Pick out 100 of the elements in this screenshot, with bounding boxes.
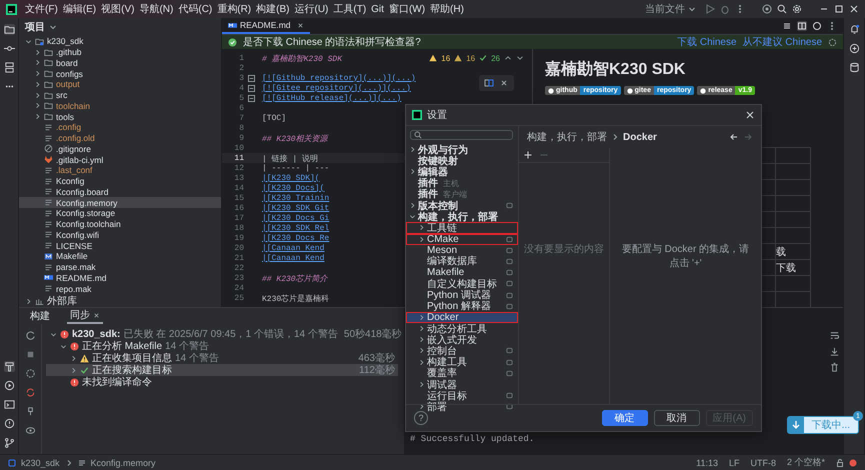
panel-tab[interactable]: 同步: [67, 308, 103, 324]
file-row[interactable]: tools: [19, 111, 221, 122]
chevron-icon[interactable]: [34, 59, 41, 66]
tree-item[interactable]: 外部库: [47, 294, 77, 308]
close-icon[interactable]: [93, 312, 100, 318]
notification-link[interactable]: 下载 Chinese: [677, 35, 737, 49]
file-row[interactable]: .config: [19, 122, 221, 133]
settings-nav-item[interactable]: 工具链: [406, 222, 518, 234]
search-icon[interactable]: [777, 4, 787, 14]
bell-icon[interactable]: [848, 24, 860, 35]
git-branch-icon[interactable]: [4, 437, 14, 448]
tree-item[interactable]: k230_sdk: [47, 36, 84, 46]
menu-item[interactable]: 代码(C): [178, 2, 212, 16]
sync-icon[interactable]: [24, 387, 36, 398]
chevron-icon[interactable]: [60, 342, 67, 350]
notification-link[interactable]: 从不建议 Chinese: [742, 35, 822, 49]
database-icon[interactable]: [848, 62, 860, 73]
help-button[interactable]: ?: [414, 411, 428, 425]
chevron-icon[interactable]: [409, 168, 416, 176]
fold-icon[interactable]: [248, 94, 254, 102]
build-tree-row[interactable]: 正在搜索构建目标 112毫秒: [46, 364, 398, 376]
settings-nav-item[interactable]: 编译数据库: [406, 256, 518, 268]
menu-icon[interactable]: [782, 21, 792, 31]
status-item[interactable]: LF: [728, 458, 740, 468]
file-row[interactable]: parse.mak: [19, 262, 221, 272]
file-row[interactable]: .last_conf: [19, 165, 221, 176]
settings-nav-item[interactable]: 构建，执行，部署: [406, 211, 518, 222]
status-item[interactable]: 2 个空格*: [786, 456, 825, 469]
settings-nav-item[interactable]: 控制台: [406, 345, 518, 357]
folder-icon[interactable]: [4, 24, 14, 35]
chevron-icon[interactable]: [70, 354, 77, 362]
chevron-icon[interactable]: [409, 213, 416, 220]
inspection-widget[interactable]: 16 16 26: [429, 54, 524, 63]
menu-item[interactable]: 帮助(H): [430, 2, 464, 16]
refresh-icon[interactable]: [24, 330, 36, 341]
chevron-icon[interactable]: [418, 236, 425, 243]
problems-icon[interactable]: [4, 418, 14, 429]
settings-nav-item[interactable]: Docker: [406, 312, 518, 323]
settings-nav-item[interactable]: 插件 主机: [406, 178, 518, 189]
chevron-icon[interactable]: [418, 224, 425, 232]
settings-nav-item[interactable]: 自定义构建目标: [406, 278, 518, 290]
settings-nav-item[interactable]: Meson: [406, 244, 518, 256]
file-row[interactable]: Kconfig.toolchain: [19, 218, 221, 230]
file-row[interactable]: Kconfig.storage: [19, 208, 221, 219]
file-row[interactable]: Kconfig.wifi: [19, 230, 221, 240]
build-tree-row[interactable]: 未找到编译命令: [46, 376, 398, 388]
settings-nav-item[interactable]: 动态分析工具: [406, 323, 518, 334]
chevron-icon[interactable]: [409, 202, 416, 210]
menu-item[interactable]: 视图(V): [101, 2, 134, 16]
menu-item[interactable]: 文件(F): [25, 2, 58, 16]
file-row[interactable]: src: [19, 90, 221, 100]
status-item[interactable]: 11:13: [696, 458, 718, 468]
chevron-icon[interactable]: [34, 113, 41, 120]
chevron-icon[interactable]: [418, 325, 425, 332]
close-icon[interactable]: [745, 110, 755, 120]
dialog-button[interactable]: 取消: [654, 410, 700, 426]
chevron-icon[interactable]: [70, 366, 77, 374]
chevron-icon[interactable]: [34, 92, 41, 99]
file-row[interactable]: repo.mak: [19, 283, 221, 294]
settings-nav-item[interactable]: 按键映射: [406, 155, 518, 166]
settings-icon[interactable]: [828, 38, 837, 46]
settings-nav-item[interactable]: Python 调试器: [406, 289, 518, 301]
menu-item[interactable]: 工具(T): [333, 2, 366, 16]
scroll-end-icon[interactable]: [828, 346, 840, 357]
chevron-icon[interactable]: [418, 347, 425, 354]
structure-icon[interactable]: [4, 62, 14, 73]
chevron-icon[interactable]: [34, 102, 41, 110]
error-indicator-icon[interactable]: [849, 458, 857, 466]
file-row[interactable]: board: [19, 58, 221, 68]
file-row[interactable]: Kconfig: [19, 176, 221, 186]
chevron-icon[interactable]: [418, 403, 425, 410]
chevron-icon[interactable]: [34, 80, 41, 88]
close-icon[interactable]: [499, 78, 509, 88]
search-field[interactable]: [410, 130, 513, 140]
settings-nav-item[interactable]: Makefile: [406, 267, 518, 278]
menu-item[interactable]: Git: [371, 4, 384, 14]
settings-nav-item[interactable]: 嵌入式开发: [406, 334, 518, 346]
wrap-icon[interactable]: [828, 330, 840, 341]
settings-nav-item[interactable]: 编辑器: [406, 166, 518, 178]
settings-nav-item[interactable]: 版本控制: [406, 200, 518, 212]
menu-item[interactable]: 重构(R): [217, 2, 252, 16]
chevron-icon[interactable]: [34, 70, 41, 78]
breadcrumb-item[interactable]: Docker: [623, 132, 657, 142]
settings-nav-item[interactable]: 覆盖率: [406, 368, 518, 379]
settings-icon[interactable]: [792, 4, 802, 14]
maximize-icon[interactable]: [834, 4, 844, 14]
split-view-icon[interactable]: [797, 21, 807, 31]
chevron-icon[interactable]: [50, 330, 57, 338]
menu-item[interactable]: 窗口(W): [388, 2, 426, 16]
hammer-icon[interactable]: [4, 361, 14, 372]
chevron-icon[interactable]: [25, 298, 32, 305]
menu-item[interactable]: 运行(U): [294, 2, 328, 16]
settings-nav-item[interactable]: 外观与行为: [406, 144, 518, 156]
file-row[interactable]: README.md: [19, 272, 221, 284]
file-row[interactable]: .gitignore: [19, 144, 221, 154]
breadcrumb-item[interactable]: 构建，执行，部署: [527, 130, 607, 144]
file-row[interactable]: .gitlab-ci.yml: [19, 154, 221, 165]
settings-nav-item[interactable]: 运行目标: [406, 390, 518, 402]
settings-nav-item[interactable]: Python 解释器: [406, 300, 518, 312]
settings-icon[interactable]: [24, 368, 36, 379]
